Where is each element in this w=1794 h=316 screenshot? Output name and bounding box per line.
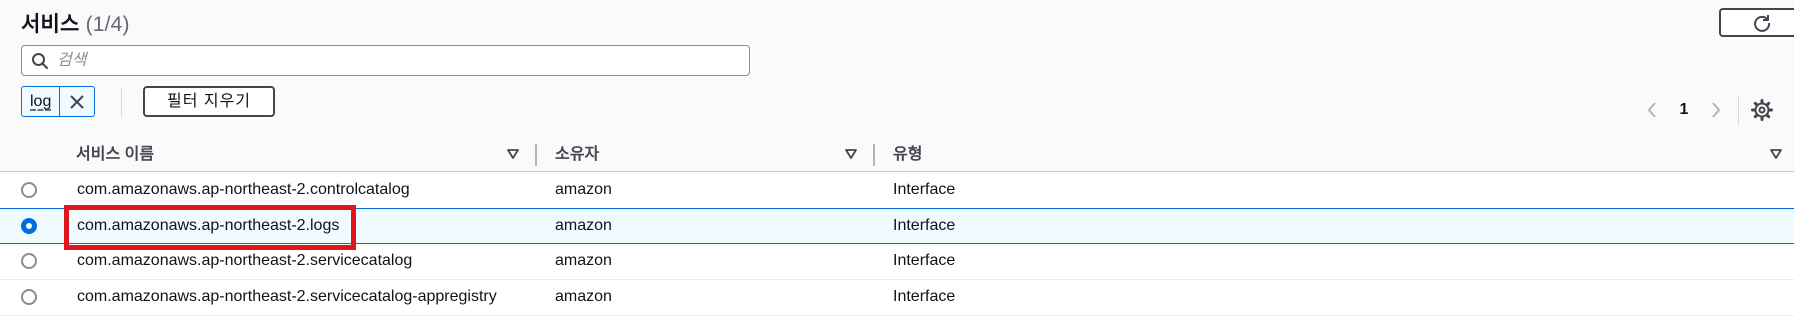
clear-filters-button[interactable]: 필터 지우기: [143, 86, 275, 117]
column-resizer[interactable]: [873, 144, 875, 166]
highlight-annotation-box: [64, 205, 356, 250]
type-cell: Interface: [893, 181, 956, 198]
filter-token: log: [21, 86, 96, 117]
preferences-button[interactable]: [1750, 98, 1774, 122]
column-header-service-name[interactable]: 서비스 이름: [76, 138, 154, 171]
type-cell: Interface: [893, 288, 956, 305]
next-page-button[interactable]: [1704, 98, 1728, 122]
owner-cell: amazon: [555, 217, 612, 234]
row-select-radio[interactable]: [21, 253, 37, 269]
chevron-right-icon: [1712, 102, 1721, 118]
column-header-owner[interactable]: 소유자: [555, 138, 599, 171]
type-cell: Interface: [893, 217, 956, 234]
search-icon: [31, 52, 49, 70]
column-header-type[interactable]: 유형: [893, 138, 922, 171]
table-row[interactable]: com.amazonaws.ap-northeast-2.servicecata…: [0, 280, 1794, 316]
pagination-divider: [1738, 95, 1739, 125]
search-field[interactable]: [21, 45, 750, 76]
owner-cell: amazon: [555, 252, 612, 269]
close-icon: [70, 94, 85, 109]
sort-icon[interactable]: [507, 149, 519, 159]
filter-divider: [121, 87, 122, 117]
row-select-radio[interactable]: [21, 218, 37, 234]
refresh-icon: [1754, 14, 1771, 32]
service-name-cell: com.amazonaws.ap-northeast-2.servicecata…: [77, 288, 497, 305]
sort-icon[interactable]: [845, 149, 857, 159]
owner-cell: amazon: [555, 288, 612, 305]
chevron-left-icon: [1647, 102, 1656, 118]
previous-page-button[interactable]: [1640, 98, 1664, 122]
type-cell: Interface: [893, 252, 956, 269]
filter-token-dismiss-button[interactable]: [59, 87, 94, 116]
title-text: 서비스: [21, 13, 80, 36]
sort-icon[interactable]: [1770, 149, 1782, 159]
row-select-radio[interactable]: [21, 182, 37, 198]
current-page-number[interactable]: 1: [1664, 101, 1704, 119]
column-resizer[interactable]: [535, 144, 537, 166]
owner-cell: amazon: [555, 181, 612, 198]
table-header: 서비스 이름 소유자 유형: [0, 138, 1794, 172]
table-row[interactable]: com.amazonaws.ap-northeast-2.controlcata…: [0, 173, 1794, 209]
gear-icon: [1751, 99, 1773, 121]
filter-token-label[interactable]: log: [22, 87, 59, 116]
page-title: 서비스 (1/4): [21, 8, 130, 38]
selection-count: (1/4): [85, 13, 130, 36]
search-input[interactable]: [57, 46, 749, 75]
pagination: 1: [1640, 96, 1728, 124]
refresh-button[interactable]: [1719, 8, 1794, 37]
service-name-cell: com.amazonaws.ap-northeast-2.controlcata…: [77, 181, 410, 198]
row-select-radio[interactable]: [21, 289, 37, 305]
